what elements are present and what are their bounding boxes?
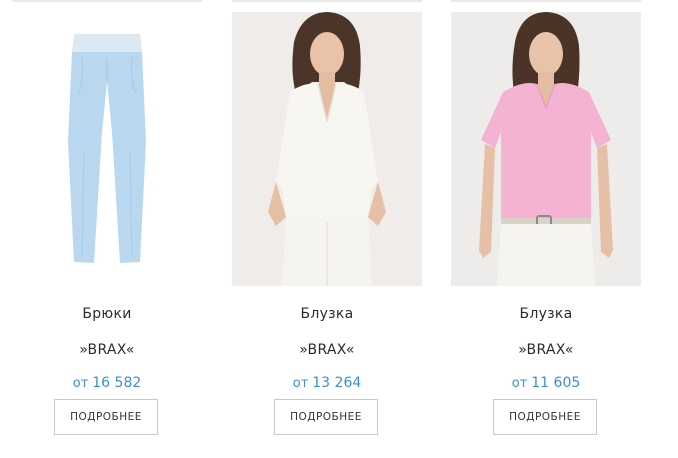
price-value: 11 605 (531, 375, 581, 391)
product-card[interactable]: Блузка »BRAX« от 13 264 ПОДРОБНЕЕ (232, 0, 422, 458)
product-brand: »BRAX« (79, 342, 135, 358)
details-button[interactable]: ПОДРОБНЕЕ (274, 399, 378, 435)
product-price: от 16 582 (12, 375, 202, 391)
product-image[interactable] (232, 12, 422, 286)
product-name[interactable]: Блузка (232, 306, 422, 322)
price-value: 16 582 (92, 375, 142, 391)
product-brand: »BRAX« (299, 342, 355, 358)
product-name[interactable]: Блузка (451, 306, 641, 322)
price-prefix: от (292, 376, 309, 391)
card-divider (12, 0, 202, 2)
product-price: от 11 605 (451, 375, 641, 391)
product-image[interactable] (451, 12, 641, 286)
product-brand: »BRAX« (518, 342, 574, 358)
product-grid: Брюки »BRAX« от 16 582 ПОДРОБНЕЕ Блузка … (0, 0, 678, 458)
product-image[interactable] (12, 12, 202, 286)
price-value: 13 264 (312, 375, 362, 391)
product-card[interactable]: Брюки »BRAX« от 16 582 ПОДРОБНЕЕ (12, 0, 202, 458)
details-button[interactable]: ПОДРОБНЕЕ (493, 399, 597, 435)
product-name[interactable]: Брюки (12, 306, 202, 322)
details-button[interactable]: ПОДРОБНЕЕ (54, 399, 158, 435)
card-divider (232, 0, 422, 2)
product-card[interactable]: Блузка »BRAX« от 11 605 ПОДРОБНЕЕ (451, 0, 641, 458)
price-prefix: от (72, 376, 89, 391)
price-prefix: от (511, 376, 528, 391)
card-divider (451, 0, 641, 2)
product-price: от 13 264 (232, 375, 422, 391)
